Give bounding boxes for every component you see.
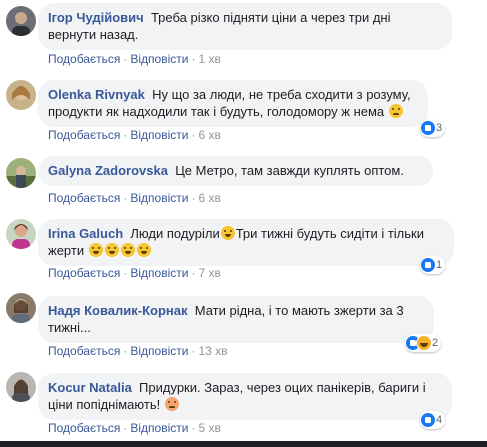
separator: ·	[191, 266, 196, 280]
avatar[interactable]	[6, 80, 36, 110]
like-link[interactable]: Подобається	[48, 191, 120, 205]
avatar-image	[6, 80, 36, 110]
reactions-number: 4	[436, 414, 443, 426]
comment-bubble: Irina Galuch Люди подуріли Три тижні буду…	[38, 219, 454, 266]
comment-actions: Подобається · Відповісти · 6 хв	[48, 127, 221, 143]
separator: ·	[123, 52, 128, 66]
comment-bubble: Olenka Rivnyak Ну що за люди, не треба с…	[38, 80, 428, 127]
separator: ·	[123, 266, 128, 280]
avatar[interactable]	[6, 219, 36, 249]
angry-face-emoji	[164, 397, 179, 411]
reply-link[interactable]: Відповісти	[130, 266, 188, 280]
avatar[interactable]	[6, 293, 36, 323]
comment-bubble: Надя Ковалик-Корнак Мати рідна, і то маю…	[38, 296, 434, 343]
comment-actions: Подобається · Відповісти · 7 хв	[48, 265, 221, 281]
comment-bubble: Ігор Чудійович Треба різко підняти ціни …	[38, 3, 452, 50]
thinking-face-emoji	[104, 243, 119, 257]
comment-text-part: Люди подуріли	[130, 226, 220, 241]
comment-author[interactable]: Надя Ковалик-Корнак	[48, 303, 187, 318]
haha-icon	[417, 336, 431, 350]
reply-link[interactable]: Відповісти	[130, 52, 188, 66]
comment-author[interactable]: Galyna Zadorovska	[48, 163, 168, 178]
screaming-face-emoji	[88, 243, 103, 257]
reactions-number: 1	[436, 259, 443, 271]
like-link[interactable]: Подобається	[48, 128, 120, 142]
separator: ·	[191, 128, 196, 142]
comment-time[interactable]: 1 хв	[198, 52, 220, 66]
like-icon	[421, 413, 435, 427]
bottom-edge-bar	[0, 441, 487, 447]
reply-link[interactable]: Відповісти	[130, 344, 188, 358]
like-icon	[421, 258, 435, 272]
like-link[interactable]: Подобається	[48, 344, 120, 358]
avatar-image	[6, 219, 36, 249]
avatar-image	[6, 6, 36, 36]
avatar-image	[6, 158, 36, 188]
reply-link[interactable]: Відповісти	[130, 191, 188, 205]
comment-bubble: Kocur Natalia Придурки. Зараз, через оци…	[38, 373, 452, 420]
comment-bubble: Galyna Zadorovska Це Метро, там завжди к…	[38, 156, 433, 186]
reactions-number: 3	[436, 122, 443, 134]
comment-author[interactable]: Ігор Чудійович	[48, 10, 144, 25]
separator: ·	[191, 191, 196, 205]
comment-time[interactable]: 7 хв	[198, 266, 220, 280]
separator: ·	[191, 421, 196, 435]
avatar-image	[6, 293, 36, 323]
reactions-count[interactable]: 1	[420, 256, 446, 274]
comment-actions: Подобається · Відповісти · 1 хв	[48, 51, 221, 67]
comment-time[interactable]: 6 хв	[198, 128, 220, 142]
rofl-emoji	[120, 243, 135, 257]
reactions-count[interactable]: 2	[405, 334, 442, 352]
avatar[interactable]	[6, 372, 36, 402]
like-link[interactable]: Подобається	[48, 266, 120, 280]
comment-time[interactable]: 5 хв	[198, 421, 220, 435]
reactions-count[interactable]: 4	[420, 411, 446, 429]
comment-text: Це Метро, там завжди куплять оптом.	[175, 163, 404, 178]
neutral-face-emoji	[388, 104, 403, 118]
separator: ·	[123, 344, 128, 358]
comment-actions: Подобається · Відповісти · 13 хв	[48, 343, 228, 359]
comment-actions: Подобається · Відповісти · 6 хв	[48, 190, 221, 206]
separator: ·	[123, 191, 128, 205]
separator: ·	[123, 128, 128, 142]
grinning-squinting-emoji	[220, 226, 235, 240]
separator: ·	[191, 52, 196, 66]
avatar[interactable]	[6, 6, 36, 36]
comment-time[interactable]: 6 хв	[198, 191, 220, 205]
rofl-emoji	[136, 243, 151, 257]
avatar[interactable]	[6, 158, 36, 188]
reply-link[interactable]: Відповісти	[130, 128, 188, 142]
reactions-count[interactable]: 3	[420, 119, 446, 137]
comment-author[interactable]: Olenka Rivnyak	[48, 87, 145, 102]
like-link[interactable]: Подобається	[48, 52, 120, 66]
like-link[interactable]: Подобається	[48, 421, 120, 435]
separator: ·	[123, 421, 128, 435]
reply-link[interactable]: Відповісти	[130, 421, 188, 435]
like-icon	[421, 121, 435, 135]
comment-author[interactable]: Kocur Natalia	[48, 380, 132, 395]
reactions-number: 2	[432, 337, 439, 349]
comment-author[interactable]: Irina Galuch	[48, 226, 123, 241]
separator: ·	[191, 344, 196, 358]
comment-actions: Подобається · Відповісти · 5 хв	[48, 420, 221, 436]
comment-time[interactable]: 13 хв	[198, 344, 227, 358]
avatar-image	[6, 372, 36, 402]
